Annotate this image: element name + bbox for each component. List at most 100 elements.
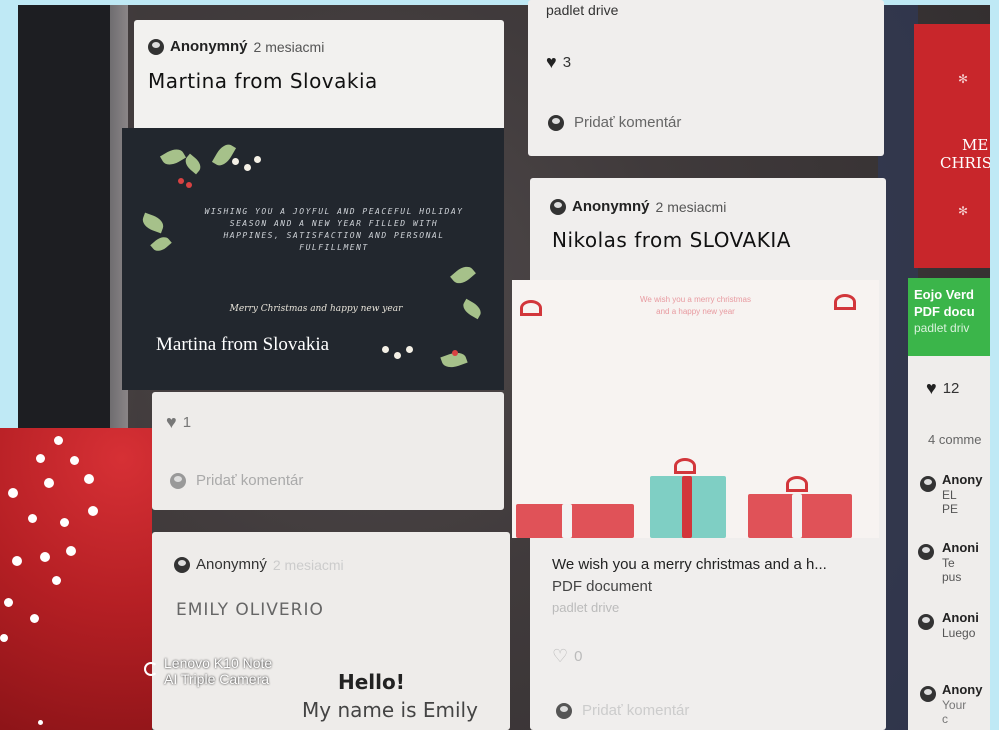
like-count: 3 [562, 54, 572, 71]
like-count: 0 [574, 648, 583, 665]
heart-icon[interactable]: ♥ [546, 52, 557, 73]
post-card-top-middle[interactable]: padlet drive ♥ 3 Pridať komentár [528, 0, 884, 156]
snowflake-icon: ✻ [958, 204, 969, 218]
gift-ribbon [562, 504, 572, 538]
post-title: Nikolas from SLOVAKIA [552, 228, 791, 252]
snowflake-icon: ✻ [958, 72, 969, 86]
card-merry-text: Merry Christmas and happy new year [229, 304, 403, 314]
add-comment-input[interactable]: Pridať komentár [574, 114, 681, 131]
avatar [550, 198, 566, 215]
post-time: 2 mesiacmi [253, 38, 325, 55]
comment-text: EL PE [942, 488, 959, 516]
merry-card-line-2: CHRIS [940, 154, 990, 172]
holly-leaf [150, 233, 172, 255]
snow-dot [66, 546, 76, 556]
add-comment-input[interactable]: Pridať komentár [196, 472, 303, 489]
attachment-banner-right[interactable]: Eojo Verd PDF docu padlet driv [908, 278, 990, 356]
ribbon-bow [786, 476, 808, 492]
add-comment-input[interactable]: Pridať komentár [582, 702, 689, 719]
watermark-line-2: AI Triple Camera [164, 671, 270, 687]
attachment-source: padlet drive [552, 600, 620, 615]
post-footer-martina: ♥ 1 Pridať komentár [152, 392, 504, 510]
attachment-type: PDF docu [914, 304, 975, 319]
avatar [918, 544, 934, 560]
card-signature: Martina from Slovakia [156, 334, 330, 355]
snow-dot [0, 634, 8, 642]
heart-icon[interactable]: ♥ [926, 378, 937, 399]
snow-dot [382, 346, 389, 353]
comment-author: Anony [942, 472, 983, 487]
snow-dot [12, 556, 22, 566]
attachment-source[interactable]: padlet drive [546, 2, 618, 18]
snow-dot [84, 474, 94, 484]
holly-leaf [211, 141, 237, 169]
post-title: EMILY OLIVERIO [176, 600, 324, 620]
holly-berry [186, 182, 192, 188]
attachment-title[interactable]: We wish you a merry christmas and a h... [552, 556, 827, 573]
snow-dot [88, 506, 98, 516]
holly-leaf [460, 298, 484, 320]
snow-dot [8, 488, 18, 498]
snow-dot [244, 164, 251, 171]
post-time: 2 mesiacmi [655, 198, 727, 215]
comment-author: Anoni [942, 610, 979, 625]
christmas-card-image[interactable]: WISHING YOU A JOYFUL AND PEACEFUL HOLIDA… [122, 128, 504, 390]
like-count: 12 [942, 380, 960, 397]
holly-leaf [450, 262, 476, 288]
post-card-right[interactable]: ♥ 12 4 comme Anony EL PE Anoni Te pus An… [908, 356, 990, 730]
avatar [920, 476, 936, 492]
post-time: 2 mesiacmi [272, 556, 344, 573]
comments-count[interactable]: 4 comme [928, 432, 981, 447]
heart-outline-icon[interactable]: ♡ [552, 646, 568, 667]
ribbon-bow [520, 300, 542, 316]
card-greeting-line-2: and a happy new year [656, 307, 735, 316]
author-name: Anonymný [196, 556, 267, 573]
snow-dot [28, 514, 37, 523]
camera-watermark: Lenovo K10 Note AI Triple Camera [164, 655, 272, 687]
merry-christmas-card[interactable]: ✻ ME CHRIS ✻ [914, 24, 990, 268]
snow-dot [60, 518, 69, 527]
snow-dot [30, 614, 39, 623]
post-card-emily[interactable]: Anonymný 2 mesiacmi EMILY OLIVERIO Hello… [152, 532, 510, 730]
snow-dot [36, 454, 45, 463]
snow-dot [232, 158, 239, 165]
emily-hello: Hello! [338, 670, 405, 694]
comment-text: Your c [942, 698, 967, 726]
gift-box [516, 504, 634, 538]
ribbon-bow [674, 458, 696, 474]
comment-text: Te pus [942, 556, 962, 584]
snow-dot [254, 156, 261, 163]
comment-author: Anony [942, 682, 983, 697]
holly-leaf [140, 212, 166, 234]
author-name: Anonymný [170, 38, 248, 55]
avatar [918, 614, 934, 630]
avatar [170, 472, 186, 489]
snow-dot [4, 598, 13, 607]
post-header: Anonymný 2 mesiacmi Martina from Slovaki… [134, 20, 504, 132]
camera-logo-icon [144, 662, 158, 676]
attachment-type: PDF document [552, 578, 653, 595]
holly-leaf [159, 145, 187, 169]
snow-dot [406, 346, 413, 353]
christmas-card-gifts-image[interactable]: We wish you a merry christmas and a happ… [512, 280, 879, 538]
ribbon-bow [834, 294, 856, 310]
comment-author: Anoni [942, 540, 979, 555]
snow-dot [44, 478, 54, 488]
gift-ribbon [792, 494, 802, 538]
snow-dot [40, 552, 50, 562]
gift-ribbon [682, 476, 692, 538]
attachment-source: padlet driv [914, 321, 970, 335]
holly-berry [452, 350, 458, 356]
snow-dot [38, 720, 43, 725]
attachment-title: Eojo Verd [914, 287, 974, 302]
snow-dot [54, 436, 63, 445]
heart-icon[interactable]: ♥ [166, 412, 177, 433]
snow-dot [70, 456, 79, 465]
holly-berry [178, 178, 184, 184]
avatar [548, 114, 564, 131]
post-title: Martina from Slovakia [148, 69, 378, 93]
avatar [920, 686, 936, 702]
red-snow-card-overlay [0, 428, 152, 730]
author-name: Anonymný [572, 198, 650, 215]
avatar [148, 38, 164, 55]
